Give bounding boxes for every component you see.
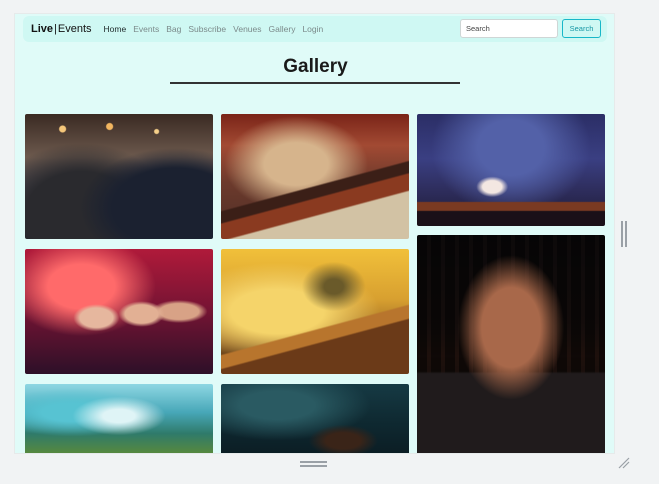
title-underline [170,82,460,84]
nav-link-events[interactable]: Events [133,24,159,34]
masquerade-party-photo[interactable] [25,249,213,374]
nav-link-subscribe[interactable]: Subscribe [188,24,226,34]
navbar: Live | Events Home Events Bag Subscribe … [23,16,607,42]
nav-links: Home Events Bag Subscribe Venues Gallery… [104,24,324,34]
browser-viewport: Live | Events Home Events Bag Subscribe … [14,13,615,454]
concert-crowd-photo[interactable] [25,114,213,239]
resize-grip-icon[interactable] [617,456,631,470]
black-box-theater-photo[interactable] [417,235,605,453]
ballet-stage-photo[interactable] [417,114,605,226]
outdoor-festival-photo[interactable] [25,384,213,453]
brand-events: Events [57,23,92,35]
theater-audience-photo[interactable] [221,114,409,239]
vertical-resize-handle[interactable] [621,221,627,247]
search-input[interactable] [460,19,558,38]
nav-link-bag[interactable]: Bag [166,24,181,34]
brand-logo[interactable]: Live | Events [31,23,92,35]
nav-link-venues[interactable]: Venues [233,24,261,34]
page-title: Gallery [283,56,348,77]
nav-link-login[interactable]: Login [302,24,323,34]
nav-link-home[interactable]: Home [104,24,127,34]
horizontal-resize-handle[interactable] [300,461,327,467]
nav-link-gallery[interactable]: Gallery [269,24,296,34]
brand-separator: | [54,23,57,35]
search-button[interactable]: Search [562,19,601,38]
banquet-table-photo[interactable] [221,249,409,374]
dark-event-photo[interactable] [221,384,409,453]
brand-live: Live [31,23,54,35]
